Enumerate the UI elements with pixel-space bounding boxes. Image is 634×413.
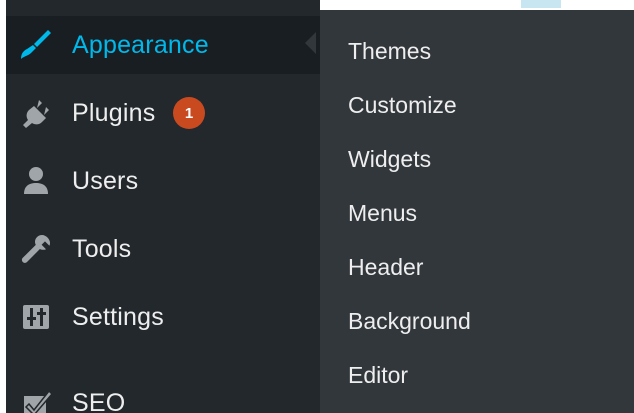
menu-item-settings[interactable]: Settings <box>6 288 320 346</box>
toolbar-accent-fragment <box>521 0 561 8</box>
plugin-plug-icon <box>18 95 54 131</box>
submenu-item-editor[interactable]: Editor <box>320 350 634 400</box>
paintbrush-icon <box>18 27 54 63</box>
appearance-submenu: Themes Customize Widgets Menus Header Ba… <box>320 10 634 413</box>
submenu-label-menus: Menus <box>348 199 418 226</box>
menu-label-plugins: Plugins <box>72 98 156 127</box>
menu-item-tools[interactable]: Tools <box>6 220 320 278</box>
submenu-item-themes[interactable]: Themes <box>320 26 634 76</box>
submenu-label-editor: Editor <box>348 361 409 388</box>
menu-label-seo: SEO <box>72 388 126 413</box>
submenu-item-customize[interactable]: Customize <box>320 80 634 130</box>
submenu-label-widgets: Widgets <box>348 145 432 172</box>
menu-label-settings: Settings <box>72 302 164 331</box>
menu-item-plugins[interactable]: Plugins 1 <box>6 84 320 142</box>
menu-item-appearance[interactable]: Appearance <box>6 16 320 74</box>
submenu-label-customize: Customize <box>348 91 457 118</box>
submenu-item-menus[interactable]: Menus <box>320 188 634 238</box>
users-icon <box>18 163 54 199</box>
submenu-label-themes: Themes <box>348 37 432 64</box>
settings-sliders-icon <box>18 299 54 335</box>
menu-label-users: Users <box>72 166 139 195</box>
submenu-pointer-arrow <box>305 32 316 54</box>
admin-sidebar-menu: Appearance Plugins 1 Users Tools Setting… <box>6 0 320 413</box>
submenu-item-background[interactable]: Background <box>320 296 634 346</box>
submenu-item-header[interactable]: Header <box>320 242 634 292</box>
submenu-label-background: Background <box>348 307 471 334</box>
page-background-strip <box>320 0 634 10</box>
seo-check-icon <box>18 385 54 413</box>
menu-item-users[interactable]: Users <box>6 152 320 210</box>
menu-label-appearance: Appearance <box>72 30 209 59</box>
plugin-update-count-badge: 1 <box>173 97 205 129</box>
menu-label-tools: Tools <box>72 234 132 263</box>
submenu-item-widgets[interactable]: Widgets <box>320 134 634 184</box>
wordpress-admin-screenshot: Appearance Plugins 1 Users Tools Setting… <box>0 0 634 413</box>
menu-item-seo[interactable]: SEO <box>6 374 320 413</box>
submenu-label-header: Header <box>348 253 424 280</box>
wrench-icon <box>18 231 54 267</box>
